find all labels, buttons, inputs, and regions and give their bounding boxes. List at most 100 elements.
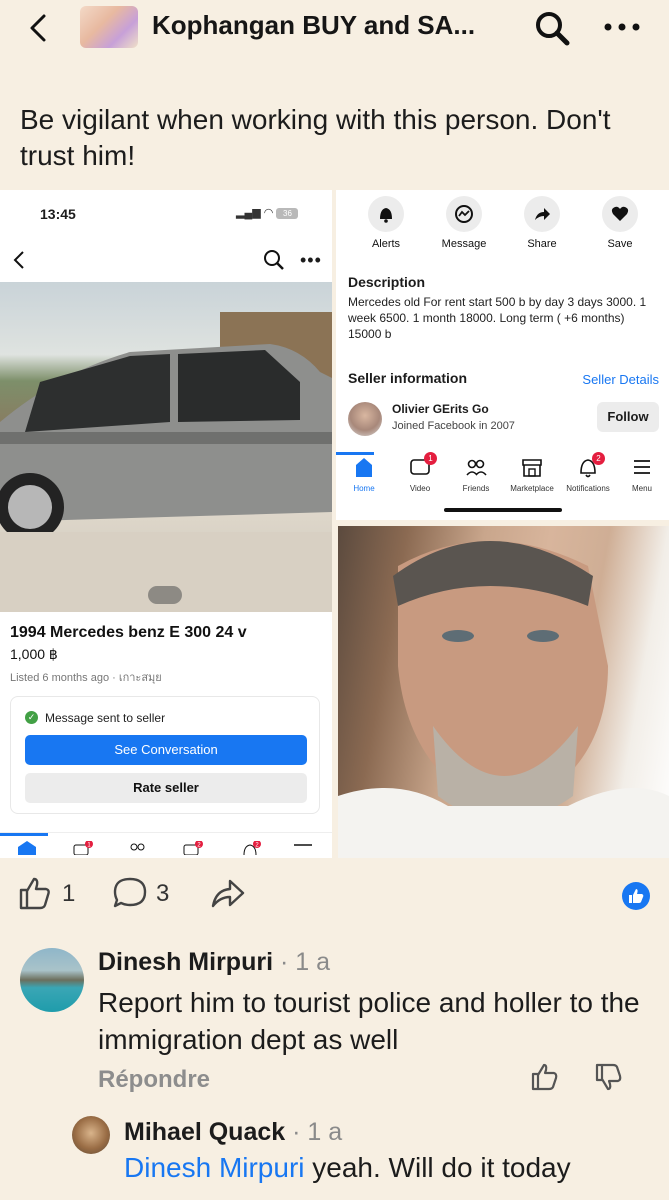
like-count: 1 xyxy=(62,880,76,907)
seller-heading: Seller information xyxy=(348,370,468,386)
follow-button: Follow xyxy=(597,402,659,432)
post-image-collage[interactable]: 13:45 ▂▄▆ ◠ 36 ••• 1994 Mercedes benz E … xyxy=(0,190,669,858)
mention-link[interactable]: Dinesh Mirpuri xyxy=(124,1152,305,1183)
tab-friends-label: Friends xyxy=(462,484,490,493)
like-reaction-badge[interactable] xyxy=(622,882,650,910)
tab-marketplace: Marketplace xyxy=(504,456,560,493)
marketplace-icon xyxy=(522,459,542,477)
commenter-avatar[interactable] xyxy=(72,1116,110,1154)
group-avatar[interactable] xyxy=(80,6,138,48)
tab-marketplace-label: Marketplace xyxy=(510,484,554,493)
reply-button[interactable]: Répondre xyxy=(98,1066,210,1094)
more-options-button[interactable] xyxy=(600,12,644,42)
comment-button[interactable] xyxy=(112,876,148,910)
tab-friends: Friends xyxy=(448,456,504,493)
car-photo xyxy=(0,282,332,612)
commenter-avatar[interactable] xyxy=(20,948,84,1012)
comment-bubble-icon xyxy=(113,877,147,908)
share-arrow-icon xyxy=(211,879,245,908)
messenger-icon xyxy=(455,205,473,223)
search-icon xyxy=(264,250,284,270)
comment-time: · 1 a xyxy=(285,1118,343,1146)
tab-notifications-label: Notifications xyxy=(566,484,610,493)
description-heading: Description xyxy=(348,274,426,290)
tab-indicator xyxy=(0,833,48,836)
alerts-action: Alerts xyxy=(354,196,418,250)
save-action: Save xyxy=(588,196,652,250)
wifi-icon: ◠ xyxy=(263,207,274,219)
tab-badge-video: 1 xyxy=(424,452,437,465)
message-label: Message xyxy=(441,238,487,250)
comment-text: Report him to tourist police and holler … xyxy=(98,987,640,1055)
thumbs-up-icon xyxy=(531,1063,558,1091)
post-actions-bar: 1 3 xyxy=(0,872,669,916)
see-conversation-button: See Conversation xyxy=(25,735,307,765)
tab-bar-cropped: 1 2 2 xyxy=(0,832,332,858)
chevron-left-icon xyxy=(30,14,46,42)
search-button[interactable] xyxy=(532,8,572,48)
comment-author[interactable]: Mihael Quack · 1 a xyxy=(124,1118,342,1147)
more-horizontal-icon xyxy=(604,23,640,31)
listing-title: 1994 Mercedes benz E 300 24 v xyxy=(10,624,247,641)
friends-icon xyxy=(466,459,487,476)
seller-name: Olivier GErits Go xyxy=(392,402,489,416)
check-icon: ✓ xyxy=(25,711,38,724)
tab-notifications: 2 Notifications xyxy=(560,452,616,493)
home-icon xyxy=(18,841,36,855)
listing-details-screenshot: Alerts Message Share Save Description Me… xyxy=(336,190,669,520)
home-icon xyxy=(356,458,372,477)
listing-meta: Listed 6 months ago · เกาะสมุย xyxy=(10,672,162,684)
tab-badge-notifications: 2 xyxy=(592,452,605,465)
comment-author-name[interactable]: Mihael Quack xyxy=(124,1118,285,1146)
marketplace-listing-screenshot: 13:45 ▂▄▆ ◠ 36 ••• 1994 Mercedes benz E … xyxy=(0,190,332,858)
thumbs-up-icon xyxy=(629,889,644,903)
video-icon: 1 xyxy=(73,841,93,855)
menu-icon xyxy=(294,844,312,846)
like-button[interactable] xyxy=(18,876,52,910)
chevron-left-icon xyxy=(13,251,24,269)
thumbs-up-icon xyxy=(19,877,50,910)
status-icons: ▂▄▆ ◠ 36 xyxy=(236,206,299,219)
tab-home-label: Home xyxy=(353,484,375,493)
heart-icon xyxy=(611,206,629,221)
signal-icon: ▂▄▆ xyxy=(236,207,261,219)
tab-menu: Menu xyxy=(614,456,669,493)
description-body: Mercedes old For rent start 500 b by day… xyxy=(348,295,647,341)
back-button[interactable] xyxy=(22,8,56,48)
tab-indicator xyxy=(336,452,374,455)
tab-menu-label: Menu xyxy=(631,484,652,493)
thumbs-down-icon xyxy=(595,1063,622,1091)
more-horizontal-icon: ••• xyxy=(300,250,322,270)
seller-joined: Joined Facebook in 2007 xyxy=(392,420,515,432)
comment-body: yeah. Will do it today xyxy=(304,1152,571,1183)
tab-home: Home xyxy=(336,456,392,493)
comment-author[interactable]: Dinesh Mirpuri · 1 a xyxy=(98,948,330,977)
listing-price: 1,000 ฿ xyxy=(10,646,58,662)
comment-text: Dinesh Mirpuri yeah. Will do it today xyxy=(124,1152,571,1184)
notifications-icon: 2 xyxy=(243,841,261,855)
top-bar: Kophangan BUY and SA... xyxy=(0,0,669,56)
share-button[interactable] xyxy=(210,876,246,910)
battery-icon: 36 xyxy=(276,207,299,219)
rate-seller-button: Rate seller xyxy=(25,773,307,803)
tab-video-label: Video xyxy=(409,484,431,493)
save-label: Save xyxy=(607,238,633,250)
seller-details-link: Seller Details xyxy=(582,372,659,387)
downvote-button[interactable] xyxy=(594,1062,624,1092)
share-action: Share xyxy=(510,196,574,250)
comment-time: · 1 a xyxy=(273,948,330,976)
share-label: Share xyxy=(527,238,557,250)
bell-icon xyxy=(380,208,392,223)
search-icon xyxy=(536,12,570,46)
friends-icon xyxy=(130,843,145,851)
seller-avatar xyxy=(348,402,382,436)
comment-author-name[interactable]: Dinesh Mirpuri xyxy=(98,948,273,976)
status-time: 13:45 xyxy=(40,206,76,222)
tab-video: 1 Video xyxy=(392,452,448,493)
alerts-label: Alerts xyxy=(371,238,401,250)
comment-count: 3 xyxy=(156,880,170,907)
carousel-indicator[interactable] xyxy=(148,586,182,604)
upvote-button[interactable] xyxy=(530,1062,560,1092)
message-action: Message xyxy=(432,196,496,250)
group-title[interactable]: Kophangan BUY and SA... xyxy=(152,10,475,41)
